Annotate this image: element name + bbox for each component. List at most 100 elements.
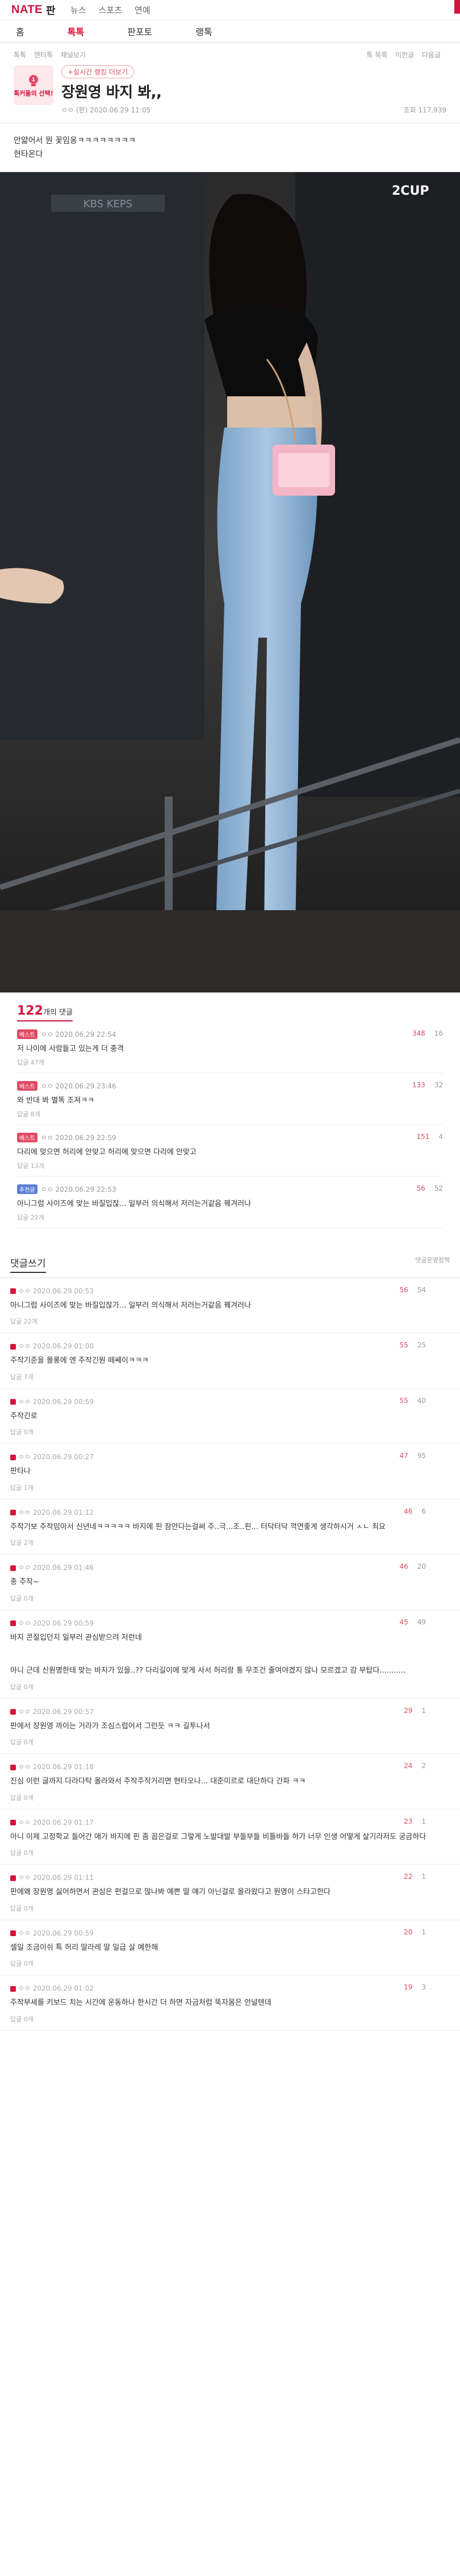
dislike-count[interactable]: 16 bbox=[434, 1029, 443, 1037]
dislike-count[interactable]: 2 bbox=[421, 1762, 426, 1770]
list-item: ㅇㅇ 2020.06.29 01:12 주작기보 주작임아서 신년네ㅋㅋㅋㅋㅋ 바… bbox=[0, 1499, 460, 1555]
reply-link[interactable]: 답글 0개 bbox=[10, 1959, 450, 1968]
like-count[interactable]: 22 bbox=[404, 1873, 412, 1880]
comment-date: ㅇㅇ 2020.06.29 00:59 bbox=[18, 1619, 94, 1627]
nav-sports[interactable]: 스포츠 bbox=[99, 4, 122, 16]
list-item: ㅇㅇ 2020.06.29 01:46 총 주작~ 답글 0개 46 20 bbox=[0, 1555, 460, 1610]
comment-text: 진심 이런 글까지 다라다탁 올라와서 주작주작거리면 현타오나... 대준미르… bbox=[10, 1777, 306, 1786]
nav-news[interactable]: 뉴스 bbox=[70, 4, 86, 16]
top-right-tab[interactable] bbox=[454, 0, 460, 14]
like-count[interactable]: 45 bbox=[399, 1618, 408, 1626]
like-count[interactable]: 133 bbox=[412, 1081, 425, 1089]
reply-link[interactable]: 답글 2개 bbox=[10, 1538, 450, 1547]
prev-link[interactable]: 이전글 bbox=[395, 51, 414, 59]
badge-label: 톡커들의 선택! bbox=[14, 89, 53, 97]
list-item: ㅇㅇ 2020.06.29 01:17 아니 이제 고정학교 들어간 애가 바지에… bbox=[0, 1810, 460, 1865]
user-icon bbox=[10, 1986, 16, 1992]
user-icon bbox=[10, 1510, 16, 1516]
reply-link[interactable]: 답글 22개 bbox=[17, 1213, 443, 1222]
list-item: ㅇㅇ 2020.06.29 01:18 진심 이런 글까지 다라다탁 올라와서 주… bbox=[0, 1754, 460, 1810]
user-icon bbox=[10, 1764, 16, 1770]
dislike-count[interactable]: 25 bbox=[417, 1341, 426, 1349]
post-body: 안얇어서 뭔 꽃임옹ㅋㅋㅋㅋㅋㅋㅋㅋ 현타온다 bbox=[0, 123, 460, 162]
nate-logo[interactable]: NATE 판 bbox=[11, 3, 56, 18]
like-count[interactable]: 19 bbox=[404, 1983, 412, 1991]
svg-text:1: 1 bbox=[32, 77, 35, 83]
comment-count-number: 122 bbox=[17, 1003, 43, 1018]
tab-rank[interactable]: 랭톡 bbox=[195, 24, 212, 38]
dislike-count[interactable]: 40 bbox=[417, 1397, 426, 1405]
dislike-count[interactable]: 95 bbox=[417, 1452, 426, 1460]
dislike-count[interactable]: 6 bbox=[421, 1507, 426, 1515]
realtime-ranking-tag[interactable]: +실시간 랭킹 더보기 bbox=[61, 65, 135, 78]
tab-panphoto[interactable]: 판포토 bbox=[127, 24, 152, 38]
dislike-count[interactable]: 32 bbox=[434, 1081, 443, 1089]
dislike-count[interactable]: 20 bbox=[417, 1563, 426, 1570]
dislike-count[interactable]: 1 bbox=[421, 1928, 426, 1936]
like-count[interactable]: 348 bbox=[412, 1029, 425, 1037]
comment-text: 주작부세를 키보드 치는 시간에 운동하나 한시간 더 하면 자금처럼 뚝자몸은… bbox=[10, 1999, 271, 2008]
write-comment-tab[interactable]: 댓글쓰기 bbox=[10, 1255, 46, 1273]
best-comment: 베스트 ㅇㅇ 2020.06.29 23:46 와 반대 봐 별똑 조져ㅋㅋ 답글… bbox=[17, 1073, 443, 1125]
like-count[interactable]: 151 bbox=[416, 1133, 429, 1141]
recommend-badge: 추천글 bbox=[17, 1184, 37, 1194]
dislike-count[interactable]: 49 bbox=[417, 1618, 426, 1626]
reply-link[interactable]: 답글 0개 bbox=[10, 1737, 450, 1746]
comment-text: 아니그럼 사이즈에 맞는 바질입잖가... 일부러 의식해서 저러는거같음 꿰겨… bbox=[10, 1301, 252, 1310]
comment-policy-link[interactable]: 댓글운영정책 bbox=[415, 1255, 450, 1273]
comment-date: ㅇㅇ 2020.06.29 01:11 bbox=[18, 1874, 94, 1882]
like-count[interactable]: 20 bbox=[404, 1928, 412, 1936]
tab-toktok[interactable]: 톡톡 bbox=[68, 24, 84, 38]
reply-link[interactable]: 답글 8개 bbox=[17, 1109, 443, 1119]
reply-link[interactable]: 답글 0개 bbox=[10, 1682, 450, 1691]
dislike-count[interactable]: 52 bbox=[434, 1184, 443, 1192]
dislike-count[interactable]: 1 bbox=[421, 1817, 426, 1825]
next-link[interactable]: 다음글 bbox=[422, 51, 441, 59]
reply-link[interactable]: 답글 0개 bbox=[10, 1904, 450, 1913]
reply-link[interactable]: 답글 0개 bbox=[10, 1848, 450, 1857]
best-comment: 추천글 ㅇㅇ 2020.06.29 22:53 아니그럼 사이즈에 맞는 바질입잖… bbox=[17, 1176, 443, 1228]
dislike-count[interactable]: 4 bbox=[438, 1133, 443, 1141]
comment-date: ㅇㅇ 2020.06.29 22:59 bbox=[40, 1133, 116, 1142]
like-count[interactable]: 56 bbox=[399, 1286, 408, 1294]
tab-home[interactable]: 홈 bbox=[16, 24, 24, 38]
photo-illustration: KBS KEPS 2CUP bbox=[0, 171, 460, 992]
reply-link[interactable]: 답글 0개 bbox=[10, 2014, 450, 2024]
comment-date: ㅇㅇ 2020.06.29 22:54 bbox=[40, 1030, 116, 1038]
reply-link[interactable]: 답글 0개 bbox=[10, 1793, 450, 1802]
like-count[interactable]: 24 bbox=[404, 1762, 412, 1770]
crumb-entertalk[interactable]: 엔터톡 bbox=[34, 51, 53, 59]
like-count[interactable]: 46 bbox=[399, 1563, 408, 1570]
like-count[interactable]: 23 bbox=[404, 1817, 412, 1825]
reply-link[interactable]: 답글 1개 bbox=[10, 1483, 450, 1492]
reply-link[interactable]: 답글 0개 bbox=[10, 1594, 450, 1603]
comment-date: ㅇㅇ 2020.06.29 00:53 bbox=[18, 1287, 94, 1295]
reply-link[interactable]: 답글 22개 bbox=[10, 1317, 450, 1326]
dislike-count[interactable]: 54 bbox=[417, 1286, 426, 1294]
comment-date: ㅇㅇ 2020.06.29 22:53 bbox=[40, 1185, 116, 1193]
nav-entertainment[interactable]: 연예 bbox=[135, 4, 150, 16]
comment-date: ㅇㅇ 2020.06.29 01:12 bbox=[18, 1508, 94, 1517]
crumb-channel[interactable]: 채널보기 bbox=[61, 51, 86, 59]
like-count[interactable]: 56 bbox=[416, 1184, 425, 1192]
list-link[interactable]: 톡 목록 bbox=[366, 51, 387, 59]
post-views: 조회 117,939 bbox=[403, 106, 446, 114]
like-count[interactable]: 47 bbox=[399, 1452, 408, 1460]
reply-link[interactable]: 답글 7개 bbox=[10, 1372, 450, 1381]
reply-link[interactable]: 답글 0개 bbox=[10, 1427, 450, 1436]
comment-text: 저 나이에 사람들고 있는게 더 충격 bbox=[17, 1044, 124, 1053]
dislike-count[interactable]: 3 bbox=[421, 1983, 426, 1991]
user-icon bbox=[10, 1875, 16, 1881]
svg-text:KBS KEPS: KBS KEPS bbox=[83, 198, 132, 210]
like-count[interactable]: 46 bbox=[404, 1507, 412, 1515]
dislike-count[interactable]: 1 bbox=[421, 1707, 426, 1715]
post-body-line: 현타온다 bbox=[14, 149, 43, 159]
like-count[interactable]: 55 bbox=[399, 1397, 408, 1405]
like-count[interactable]: 29 bbox=[404, 1707, 412, 1715]
reply-link[interactable]: 답글 47개 bbox=[17, 1058, 443, 1067]
dislike-count[interactable]: 1 bbox=[421, 1873, 426, 1880]
reply-link[interactable]: 답글 13개 bbox=[17, 1161, 443, 1170]
crumb-toktok[interactable]: 톡톡 bbox=[14, 51, 26, 59]
list-item: ㅇㅇ 2020.06.29 00:59 셀일 조금이쉬 특 허리 딸라레 딸 일급… bbox=[0, 1920, 460, 1976]
like-count[interactable]: 55 bbox=[399, 1341, 408, 1349]
